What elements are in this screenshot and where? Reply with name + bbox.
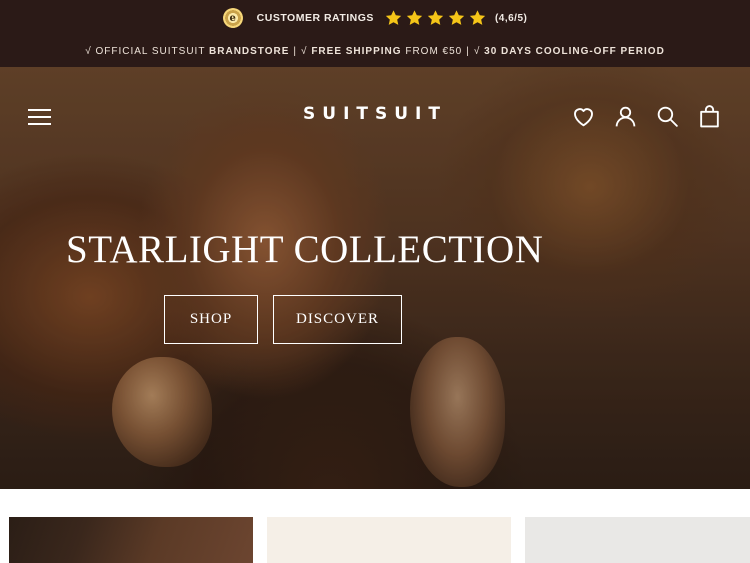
usp-brandstore: √ OFFICIAL SUITSUIT BRANDSTORE: [85, 45, 290, 57]
usp-bar: √ OFFICIAL SUITSUIT BRANDSTORE | √ FREE …: [0, 43, 750, 59]
bag-icon[interactable]: [697, 104, 722, 129]
collection-tiles: [0, 489, 750, 563]
star-icon: [406, 10, 423, 25]
hero-title: STARLIGHT COLLECTION: [66, 228, 544, 271]
discover-button[interactable]: DISCOVER: [273, 295, 402, 344]
star-icon: [385, 10, 402, 25]
usp-cooling-off: √ 30 DAYS COOLING-OFF PERIOD: [473, 45, 665, 57]
star-icon: [427, 10, 444, 25]
announcement-bar: e CUSTOMER RATINGS (4,6/5) √ OFFICIAL SU…: [0, 0, 750, 67]
hero-banner: SUITSUIT STARLIGHT COLLECTION SHOP DISCO…: [0, 67, 750, 489]
main-navigation: SUITSUIT: [0, 67, 750, 167]
star-icon: [469, 10, 486, 25]
hero-cta-group: SHOP DISCOVER: [164, 295, 402, 344]
collection-tile[interactable]: [267, 517, 511, 563]
account-icon[interactable]: [613, 104, 638, 129]
usp-separator: |: [466, 45, 470, 57]
heart-icon[interactable]: [571, 104, 596, 129]
trusted-shops-seal-icon: e: [222, 8, 243, 28]
shop-button[interactable]: SHOP: [164, 295, 258, 344]
usp-separator: |: [293, 45, 298, 57]
search-icon[interactable]: [655, 104, 680, 129]
ratings-label: CUSTOMER RATINGS: [256, 12, 374, 24]
collection-tile[interactable]: [525, 517, 750, 563]
customer-ratings[interactable]: e CUSTOMER RATINGS (4,6/5): [0, 8, 750, 28]
rating-stars: [384, 9, 487, 27]
usp-free-shipping: √ FREE SHIPPING FROM €50: [301, 45, 463, 57]
rating-score: (4,6/5): [494, 12, 528, 24]
collection-tile[interactable]: [9, 517, 253, 563]
star-icon: [448, 10, 465, 25]
header-actions: [571, 104, 722, 129]
